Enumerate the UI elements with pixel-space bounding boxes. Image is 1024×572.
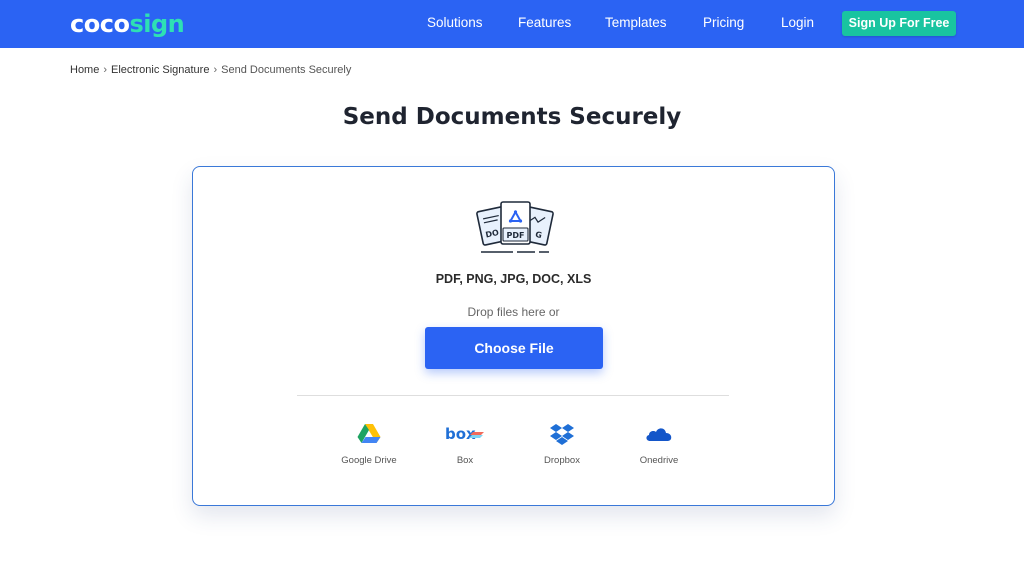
top-navigation-bar: cocosign Solutions Features Templates Pr… <box>0 0 1024 48</box>
nav-templates[interactable]: Templates <box>605 15 667 31</box>
dropbox-icon <box>550 424 574 445</box>
upload-card[interactable]: DO G PDF PDF, PNG, JPG, DOC, XLS Drop fi… <box>192 166 835 506</box>
divider <box>297 395 729 396</box>
nav-login[interactable]: Login <box>781 15 814 31</box>
dropbox-source[interactable]: Dropbox <box>522 423 602 467</box>
supported-formats: PDF, PNG, JPG, DOC, XLS <box>435 272 592 286</box>
google-drive-label: Google Drive <box>341 455 397 466</box>
box-label: Box <box>456 455 474 466</box>
drop-files-text: Drop files here or <box>467 305 560 319</box>
nav-solutions[interactable]: Solutions <box>427 15 483 31</box>
dropbox-label: Dropbox <box>544 455 580 466</box>
documents-icon: DO G PDF <box>476 201 554 253</box>
breadcrumb-electronic-signature[interactable]: Electronic Signature <box>111 64 209 76</box>
cocosign-logo[interactable]: cocosign <box>70 9 185 39</box>
breadcrumb-separator: › <box>213 64 218 76</box>
logo-text-coco: coco <box>70 10 130 38</box>
onedrive-source[interactable]: Onedrive <box>619 423 699 467</box>
nav-features[interactable]: Features <box>518 15 571 31</box>
google-drive-icon <box>357 424 381 443</box>
box-icon: box <box>445 425 484 443</box>
google-drive-source[interactable]: Google Drive <box>329 423 409 467</box>
logo-text-sign: sign <box>129 10 185 38</box>
box-source[interactable]: box Box <box>425 423 505 467</box>
breadcrumb-home[interactable]: Home <box>70 64 99 76</box>
breadcrumb-separator: › <box>103 64 108 76</box>
onedrive-icon <box>646 428 672 441</box>
onedrive-label: Onedrive <box>639 455 679 466</box>
pdf-label: PDF <box>507 231 525 240</box>
sign-up-button[interactable]: Sign Up For Free <box>842 11 956 36</box>
page-title: Send Documents Securely <box>342 104 682 130</box>
choose-file-button[interactable]: Choose File <box>425 327 603 369</box>
breadcrumb-current: Send Documents Securely <box>221 64 352 76</box>
nav-pricing[interactable]: Pricing <box>703 15 744 31</box>
breadcrumb: Home › Electronic Signature › Send Documents… <box>70 63 351 77</box>
